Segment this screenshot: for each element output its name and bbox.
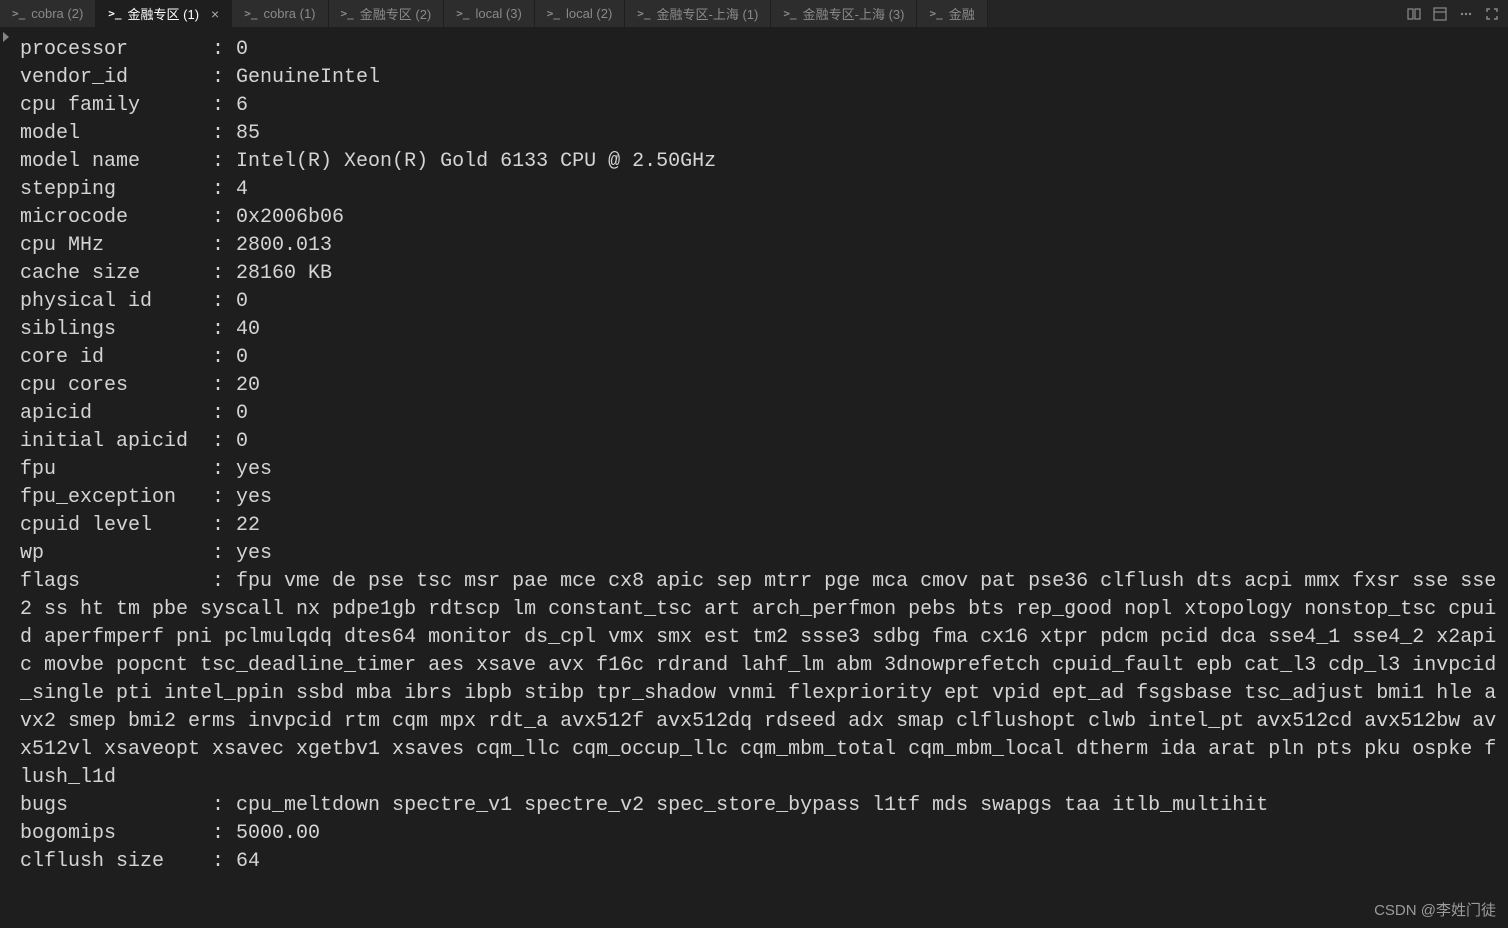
terminal-icon: >_	[244, 7, 257, 20]
fold-gutter[interactable]	[0, 28, 16, 928]
terminal-tab[interactable]: >_ 金融专区 (2)	[329, 0, 445, 27]
cpuinfo-row: cpu MHz : 2800.013	[20, 232, 1504, 260]
more-icon[interactable]	[1458, 6, 1474, 22]
cpuinfo-row: siblings : 40	[20, 316, 1504, 344]
cpuinfo-row: cpu family : 6	[20, 92, 1504, 120]
cpuinfo-row: model name : Intel(R) Xeon(R) Gold 6133 …	[20, 148, 1504, 176]
cpuinfo-row: cpu cores : 20	[20, 372, 1504, 400]
tab-label: 金融专区-上海 (3)	[803, 4, 905, 23]
terminal-icon: >_	[547, 7, 560, 20]
cpuinfo-row: clflush size : 64	[20, 848, 1504, 876]
terminal-tab[interactable]: >_ 金融专区-上海 (1)	[625, 0, 771, 27]
tab-label: 金融	[949, 4, 975, 23]
terminal-output[interactable]: processor : 0vendor_id : GenuineIntelcpu…	[16, 28, 1508, 928]
tab-label: local (2)	[566, 6, 612, 21]
tab-label: cobra (2)	[31, 6, 83, 21]
terminal-tab[interactable]: >_ 金融专区-上海 (3)	[771, 0, 917, 27]
cpuinfo-flags: flags : fpu vme de pse tsc msr pae mce c…	[20, 568, 1504, 792]
cpuinfo-row: fpu : yes	[20, 456, 1504, 484]
terminal-tab[interactable]: >_ 金融专区 (1) ×	[96, 0, 232, 27]
maximize-icon[interactable]	[1484, 6, 1500, 22]
tab-label: local (3)	[476, 6, 522, 21]
terminal-icon: >_	[783, 7, 796, 20]
cpuinfo-row: cache size : 28160 KB	[20, 260, 1504, 288]
cpuinfo-row: physical id : 0	[20, 288, 1504, 316]
cpuinfo-row: cpuid level : 22	[20, 512, 1504, 540]
cpuinfo-row: core id : 0	[20, 344, 1504, 372]
terminal-tab[interactable]: >_ cobra (1)	[232, 0, 328, 27]
tab-label: 金融专区 (1)	[128, 4, 200, 23]
terminal-tab[interactable]: >_ local (3)	[444, 0, 535, 27]
cpuinfo-row: wp : yes	[20, 540, 1504, 568]
terminal-tab[interactable]: >_ cobra (2)	[0, 0, 96, 27]
cpuinfo-row: model : 85	[20, 120, 1504, 148]
terminal-icon: >_	[12, 7, 25, 20]
window-controls	[1406, 0, 1508, 27]
terminal-icon: >_	[108, 7, 121, 20]
watermark: CSDN @李姓门徒	[1374, 899, 1496, 920]
tab-label: 金融专区 (2)	[360, 4, 432, 23]
cpuinfo-row: vendor_id : GenuineIntel	[20, 64, 1504, 92]
cpuinfo-row: bogomips : 5000.00	[20, 820, 1504, 848]
cpuinfo-row: bugs : cpu_meltdown spectre_v1 spectre_v…	[20, 792, 1504, 820]
tab-label: cobra (1)	[263, 6, 315, 21]
cpuinfo-row: apicid : 0	[20, 400, 1504, 428]
tab-label: 金融专区-上海 (1)	[657, 4, 759, 23]
cpuinfo-row: initial apicid : 0	[20, 428, 1504, 456]
terminal-icon: >_	[929, 7, 942, 20]
terminal-tab[interactable]: >_ local (2)	[535, 0, 626, 27]
cpuinfo-row: microcode : 0x2006b06	[20, 204, 1504, 232]
close-icon[interactable]: ×	[211, 6, 219, 22]
terminal-icon: >_	[341, 7, 354, 20]
terminal-icon: >_	[456, 7, 469, 20]
split-icon[interactable]	[1406, 6, 1422, 22]
tab-bar: >_ cobra (2) >_ 金融专区 (1) × >_ cobra (1) >_ 金融专区 …	[0, 0, 1508, 28]
cpuinfo-row: stepping : 4	[20, 176, 1504, 204]
terminal-icon: >_	[637, 7, 650, 20]
layout-icon[interactable]	[1432, 6, 1448, 22]
cpuinfo-row: fpu_exception : yes	[20, 484, 1504, 512]
cpuinfo-row: processor : 0	[20, 36, 1504, 64]
terminal-tab[interactable]: >_ 金融	[917, 0, 987, 27]
